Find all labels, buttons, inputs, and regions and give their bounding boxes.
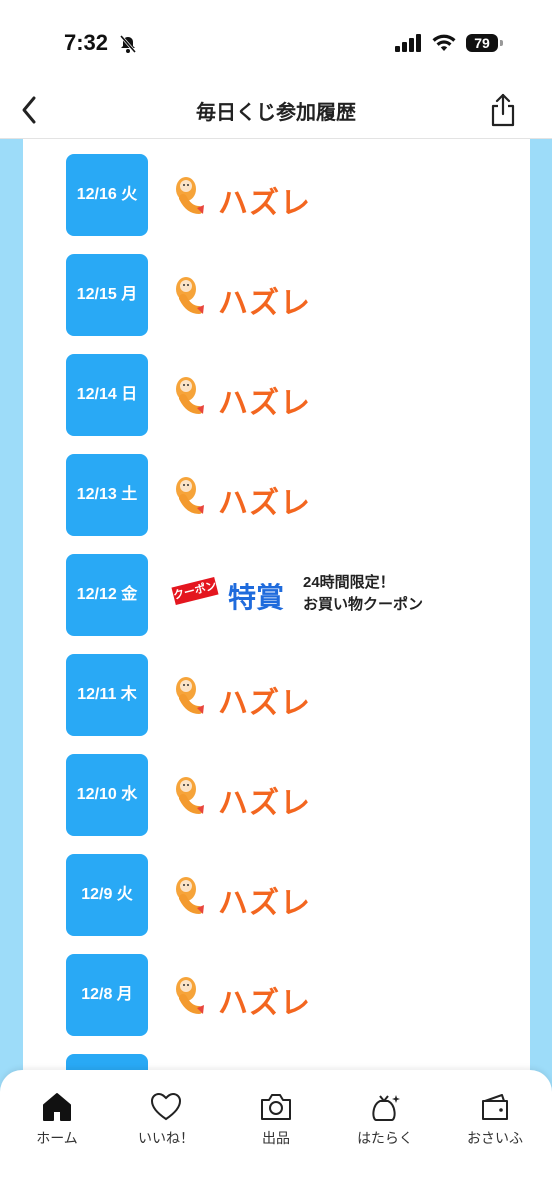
camera-icon [261,1094,291,1120]
result-special-prize: 特賞 [228,582,285,613]
share-icon[interactable] [488,92,518,128]
heart-icon [150,1092,182,1121]
date-badge: 12/11 木 [66,654,148,736]
date-badge: 12/14 日 [66,354,148,436]
page-title: 毎日くじ参加履歴 [196,102,356,124]
shrimp-icon [176,677,204,714]
result-hazure: ハズレ [218,287,311,320]
tab-home-label: ホーム [36,1130,78,1146]
tab-listing-label: 出品 [262,1130,290,1146]
history-row: 12/8 月 ハズレ [23,954,530,1036]
history-row: 12/11 木 ハズレ [23,654,530,736]
shrimp-icon [176,777,204,814]
prize-description: 24時間限定！ お買い物クーポン [303,572,423,616]
history-row: 12/10 水 ハズレ [23,754,530,836]
prize-description-line1: 24時間限定！ [303,574,395,591]
history-row-winner: 12/12 金 クーポン 特賞 24時間限定！ お買い物クーポン [23,554,530,636]
tab-likes-label: いいね！ [138,1130,194,1146]
date-badge: 12/13 土 [66,454,148,536]
history-row: 12/16 火 ハズレ [23,154,530,236]
result-hazure: ハズレ [218,687,311,720]
shrimp-icon [176,177,204,214]
date-badge: 12/8 月 [66,954,148,1036]
date-badge: 12/12 金 [66,554,148,636]
shrimp-icon [176,277,204,314]
nav-bar: 毎日くじ参加履歴 [0,88,552,139]
battery-indicator: 79 [466,34,498,52]
prize-description-line2: お買い物クーポン [303,596,424,613]
result-hazure: ハズレ [218,787,311,820]
wallet-icon [482,1094,508,1120]
home-icon [43,1093,71,1121]
history-row: 12/13 土 ハズレ [23,454,530,536]
date-badge: 12/9 火 [66,854,148,936]
money-bag-icon [372,1095,400,1121]
tab-bar: ホーム いいね！ 出品 はたらく おさいふ [0,1070,552,1200]
tab-wallet[interactable]: おさいふ [440,1092,550,1148]
tab-wallet-label: おさいふ [467,1130,523,1146]
wifi-icon [432,34,456,51]
bell-muted-icon [119,35,137,53]
tab-home[interactable]: ホーム [2,1092,112,1148]
shrimp-icon [176,877,204,914]
date-badge: 12/16 火 [66,154,148,236]
result-hazure: ハズレ [218,387,311,420]
tab-listing[interactable]: 出品 [221,1092,331,1148]
result-hazure: ハズレ [218,887,311,920]
history-row: 12/15 月 ハズレ [23,254,530,336]
tab-work[interactable]: はたらく [330,1092,440,1148]
tab-likes[interactable]: いいね！ [111,1092,221,1148]
status-time: 7:32 [64,30,109,55]
result-hazure: ハズレ [218,187,311,220]
result-hazure: ハズレ [218,487,311,520]
status-bar: 7:32 79 [0,0,552,88]
cellular-signal-icon [395,34,421,52]
tab-work-label: はたらく [357,1130,413,1146]
shrimp-icon [176,377,204,414]
history-row: 12/14 日 ハズレ [23,354,530,436]
date-badge: 12/15 月 [66,254,148,336]
coupon-tag: クーポン [171,576,219,606]
shrimp-icon [176,977,204,1014]
shrimp-icon [176,477,204,514]
history-list[interactable]: 12/16 火 ハズレ 12/15 月 ハズレ 12/14 日 ハズレ 12/1… [23,139,530,1200]
battery-tip [500,40,503,46]
history-row: 12/9 火 ハズレ [23,854,530,936]
date-badge: 12/10 水 [66,754,148,836]
result-hazure: ハズレ [218,987,311,1020]
